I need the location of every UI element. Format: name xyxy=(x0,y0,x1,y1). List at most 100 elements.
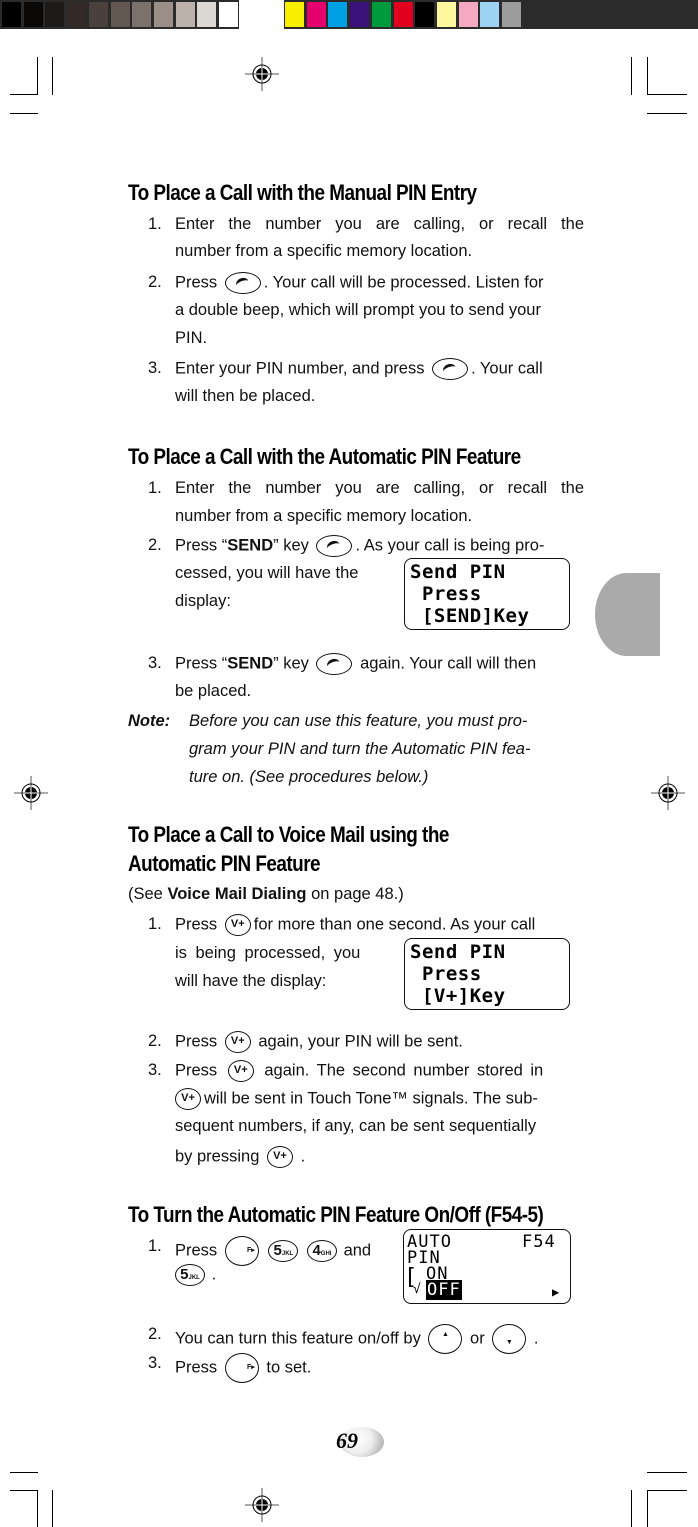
lcd-send-pin-v-key: Send PIN Press [V+]Key xyxy=(404,938,570,1010)
lcd-row: Send PIN xyxy=(410,561,506,583)
step-text-post: will be sent in Touch Tone™ signals. The… xyxy=(204,1089,538,1108)
step-text: Press “SEND” key . As your call is being… xyxy=(175,535,544,557)
step-text-pre: Press “ xyxy=(175,536,228,555)
send-key-icon xyxy=(316,653,353,675)
color-swatch xyxy=(393,2,413,27)
key-letters: JKL xyxy=(281,1251,294,1257)
crop-mark xyxy=(647,94,687,95)
note-label: Note: xyxy=(128,712,171,730)
step-text: You can turn this feature on/off by ▲ or… xyxy=(175,1324,538,1354)
step-text-mid: ” key xyxy=(273,536,309,555)
gray-swatch xyxy=(45,2,65,27)
key-4-ghi-icon: 4GHI xyxy=(306,1240,337,1262)
page-number: 69 xyxy=(336,1428,358,1453)
step-text: number from a specific memory location. xyxy=(175,242,473,260)
step-number: 3. xyxy=(148,1061,162,1079)
color-swatch xyxy=(306,2,326,27)
crop-mark xyxy=(37,57,38,95)
down-arrow: ▼ xyxy=(505,1339,513,1346)
step-text: Press F▸ 5JKL 4GHI and xyxy=(175,1236,371,1266)
step-text-or: or xyxy=(470,1329,485,1348)
v-plus-key-icon: V+ xyxy=(227,1060,254,1082)
note-text: Before you can use this feature, you mus… xyxy=(189,712,528,730)
key-digit: 5 xyxy=(273,1242,282,1259)
step-text-post: for more than one second. As your call xyxy=(253,915,536,934)
step-text: a double beep, which will prompt you to … xyxy=(175,301,541,319)
lcd-check: √ xyxy=(413,1282,422,1297)
step-number: 3. xyxy=(148,654,162,672)
step-text: Press “SEND” key again. Your call will t… xyxy=(175,653,536,675)
step-text: Enter the number you are calling, or rec… xyxy=(175,479,584,497)
lcd-row: F54 xyxy=(522,1232,556,1252)
step-text-pre: Press xyxy=(175,1241,218,1260)
crop-mark xyxy=(631,1490,632,1527)
step-text-pre: Press xyxy=(175,273,218,292)
gray-swatch xyxy=(153,2,173,27)
up-arrow: ▲ xyxy=(441,1331,449,1338)
lcd-selected-off: OFF xyxy=(426,1280,462,1300)
function-key-icon: F▸ xyxy=(224,1353,259,1383)
step-number: 1. xyxy=(148,215,162,233)
step-text: PIN. xyxy=(175,329,208,347)
step-number: 1. xyxy=(148,1237,162,1255)
step-text: Press F▸ to set. xyxy=(175,1353,311,1383)
crop-mark xyxy=(631,57,632,95)
step-text: will have the display: xyxy=(175,972,327,990)
color-swatch xyxy=(480,2,500,27)
step-text-pre: by pressing xyxy=(175,1147,260,1166)
step-number: 3. xyxy=(148,1354,162,1372)
crop-mark xyxy=(647,113,687,114)
section-heading-voice-mail-l2: Automatic PIN Feature xyxy=(128,851,321,876)
gray-swatch xyxy=(197,2,217,27)
v-plus-key-icon: V+ xyxy=(224,914,251,936)
color-swatch xyxy=(502,2,521,27)
section-heading-voice-mail: To Place a Call to Voice Mail using the xyxy=(128,822,449,847)
step-text-pre: You can turn this feature on/off by xyxy=(175,1329,421,1348)
step-text-pre: Press xyxy=(175,915,218,934)
crop-mark xyxy=(10,94,38,95)
lcd-row: [V+]Key xyxy=(410,985,506,1007)
send-label: SEND xyxy=(227,536,274,555)
step-text-post: again, your PIN will be sent. xyxy=(258,1032,463,1051)
gray-swatch xyxy=(67,2,87,27)
v-plus-key-icon: V+ xyxy=(266,1146,293,1168)
lcd-row: Send PIN xyxy=(410,941,506,963)
gray-swatch xyxy=(175,2,195,27)
section-heading-manual-pin: To Place a Call with the Manual PIN Entr… xyxy=(128,180,477,205)
crop-mark xyxy=(647,57,648,95)
crop-mark xyxy=(52,1490,53,1527)
step-text: be placed. xyxy=(175,682,252,700)
registration-mark-bottom xyxy=(245,1488,279,1522)
key-digit: 4 xyxy=(312,1242,321,1259)
step-text-end: . xyxy=(211,1265,217,1284)
see-pre: (See xyxy=(128,885,168,903)
color-swatch xyxy=(436,2,456,27)
step-text: Press V+ again. The second number stored… xyxy=(175,1060,543,1082)
gray-swatch xyxy=(219,2,238,27)
step-text-post: . As your call is being pro- xyxy=(355,536,545,555)
step-text-post: . Your call will be processed. Listen fo… xyxy=(263,273,544,292)
crop-mark xyxy=(647,1490,687,1491)
step-text: cessed, you will have the xyxy=(175,564,359,582)
step-text-post: again. The second number stored in xyxy=(264,1061,544,1080)
gray-swatch xyxy=(23,2,43,27)
gray-swatch xyxy=(132,2,152,27)
note-text: ture on. (See procedures below.) xyxy=(189,768,429,786)
step-text: Enter the number you are calling, or rec… xyxy=(175,215,584,233)
lcd-auto-pin-f54: AUTO F54 PIN ON [ √ OFF ▶ xyxy=(403,1229,571,1304)
color-swatch xyxy=(350,2,370,27)
crop-mark xyxy=(647,1490,648,1527)
crop-mark xyxy=(10,113,38,114)
send-key-icon xyxy=(316,535,353,557)
step-text-post: . Your call xyxy=(471,359,543,378)
color-swatch xyxy=(285,2,304,27)
crop-mark xyxy=(10,1490,38,1491)
step-text-pre: Enter your PIN number, and press xyxy=(175,359,425,378)
key-letters: JKL xyxy=(188,1275,200,1281)
gray-swatch xyxy=(110,2,130,27)
registration-mark-right xyxy=(651,776,685,810)
registration-mark-left xyxy=(14,776,48,810)
color-swatch xyxy=(415,2,435,27)
step-text: 5JKL . xyxy=(175,1264,216,1286)
step-text: V+ will be sent in Touch Tone™ signals. T… xyxy=(175,1088,538,1110)
